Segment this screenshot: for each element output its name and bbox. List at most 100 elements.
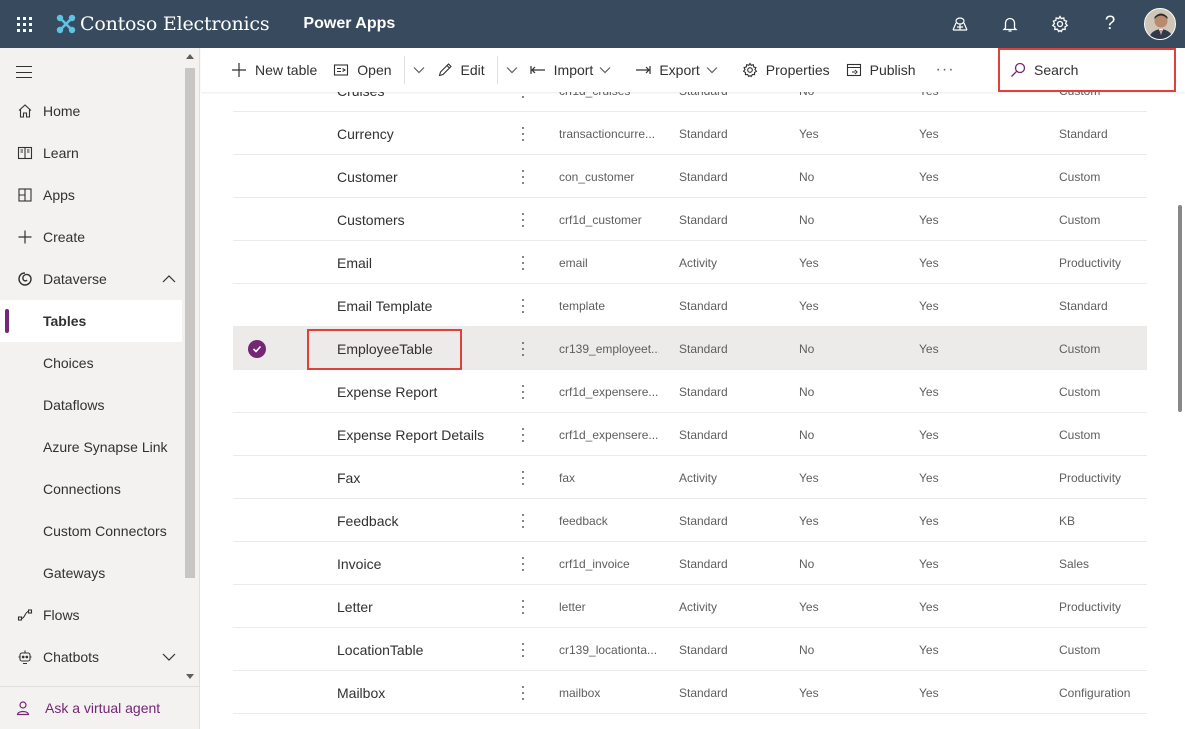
table-name-link[interactable] <box>337 714 507 729</box>
row-select-checkbox[interactable] <box>247 112 267 155</box>
table-row[interactable]: Invoice crf1d_invoice Standard No Yes Sales <box>233 542 1147 585</box>
open-button[interactable]: Open <box>325 48 399 92</box>
table-row[interactable]: Mailbox mailbox Standard Yes Yes Configuratio… <box>233 671 1147 714</box>
nav-item-choices[interactable]: Choices <box>0 342 182 384</box>
row-select-checkbox[interactable] <box>247 585 267 628</box>
row-more-options-button[interactable] <box>513 542 533 585</box>
edit-button[interactable]: Edit <box>429 48 493 92</box>
edit-dropdown-button[interactable] <box>502 48 522 92</box>
table-row[interactable]: Expense Report crf1d_expensere... Standard… <box>233 370 1147 413</box>
table-name-link[interactable]: Email Template <box>337 284 507 327</box>
row-more-options-button[interactable] <box>513 284 533 327</box>
row-more-options-button[interactable] <box>513 413 533 456</box>
row-select-checkbox[interactable] <box>247 628 267 671</box>
row-select-checkbox[interactable] <box>247 714 267 729</box>
nav-item-create[interactable]: Create <box>0 216 182 258</box>
ask-virtual-agent-button[interactable]: Ask a virtual agent <box>0 686 199 729</box>
table-name-link[interactable]: Customer <box>337 155 507 198</box>
gear-icon[interactable] <box>1035 0 1085 48</box>
table-row[interactable]: Letter letter Activity Yes Yes Productivity <box>233 585 1147 628</box>
table-row[interactable]: Fax fax Activity Yes Yes Productivity <box>233 456 1147 499</box>
row-more-options-button[interactable] <box>513 456 533 499</box>
table-row[interactable]: LocationTable cr139_locationta... Standard… <box>233 628 1147 671</box>
environment-icon[interactable] <box>935 0 985 48</box>
row-select-checkbox[interactable] <box>247 413 267 456</box>
table-row[interactable] <box>233 714 1147 729</box>
more-commands-button[interactable]: ··· <box>924 48 967 92</box>
row-select-checkbox[interactable] <box>247 155 267 198</box>
row-select-checkbox[interactable] <box>247 499 267 542</box>
nav-item-dataverse[interactable]: Dataverse <box>0 258 182 300</box>
table-row[interactable]: Customer con_customer Standard No Yes Custom <box>233 155 1147 198</box>
waffle-icon[interactable] <box>0 0 48 48</box>
nav-item-gateways[interactable]: Gateways <box>0 552 182 594</box>
row-select-checkbox[interactable] <box>247 327 267 370</box>
row-select-checkbox[interactable] <box>247 456 267 499</box>
table-name-link[interactable]: Invoice <box>337 542 507 585</box>
table-name-link[interactable]: Expense Report <box>337 370 507 413</box>
open-dropdown-button[interactable] <box>409 48 429 92</box>
nav-item-learn[interactable]: Learn <box>0 132 182 174</box>
nav-item-azure-synapse-link[interactable]: Azure Synapse Link <box>0 426 182 468</box>
nav-item-connections[interactable]: Connections <box>0 468 182 510</box>
main-scrollbar[interactable] <box>1175 92 1185 729</box>
table-row[interactable]: Customers crf1d_customer Standard No Yes Cust… <box>233 198 1147 241</box>
table-name-link[interactable]: Currency <box>337 112 507 155</box>
row-more-options-button[interactable] <box>513 327 533 370</box>
table-name-link[interactable]: Customers <box>337 198 507 241</box>
nav-item-custom-connectors[interactable]: Custom Connectors <box>0 510 182 552</box>
row-more-options-button[interactable] <box>513 585 533 628</box>
row-select-checkbox[interactable] <box>247 542 267 585</box>
table-name-link[interactable]: Mailbox <box>337 671 507 714</box>
help-icon[interactable]: ? <box>1085 0 1135 48</box>
row-more-options-button[interactable] <box>513 628 533 671</box>
scroll-down-arrow-icon[interactable] <box>186 674 194 679</box>
properties-button[interactable]: Properties <box>734 48 838 92</box>
row-select-checkbox[interactable] <box>247 198 267 241</box>
table-name-link[interactable]: Fax <box>337 456 507 499</box>
nav-item-dataflows[interactable]: Dataflows <box>0 384 182 426</box>
row-select-checkbox[interactable] <box>247 284 267 327</box>
nav-item-tables[interactable]: Tables <box>0 300 182 342</box>
export-button[interactable]: Export <box>627 48 733 92</box>
table-row[interactable]: EmployeeTable cr139_employeet... Standard N… <box>233 327 1147 370</box>
scrollbar-thumb[interactable] <box>1178 205 1182 412</box>
hamburger-menu-icon[interactable] <box>16 66 32 78</box>
row-select-checkbox[interactable] <box>247 671 267 714</box>
import-button[interactable]: Import <box>522 48 628 92</box>
row-more-options-button[interactable] <box>513 370 533 413</box>
scroll-up-arrow-icon[interactable] <box>186 54 194 59</box>
table-name-link[interactable]: Letter <box>337 585 507 628</box>
search-box[interactable]: Search <box>998 48 1176 92</box>
chevron-up-icon[interactable] <box>162 272 176 286</box>
table-row[interactable]: Email email Activity Yes Yes Productivity <box>233 241 1147 284</box>
sidebar-scrollbar[interactable] <box>184 50 196 682</box>
row-more-options-button[interactable] <box>513 499 533 542</box>
row-more-options-button[interactable] <box>513 241 533 284</box>
publish-button[interactable]: Publish <box>838 48 924 92</box>
bell-icon[interactable] <box>985 0 1035 48</box>
scrollbar-thumb[interactable] <box>185 68 195 578</box>
row-more-options-button[interactable] <box>513 155 533 198</box>
new-table-button[interactable]: New table <box>201 48 325 92</box>
table-name-link[interactable]: EmployeeTable <box>337 327 507 370</box>
nav-item-apps[interactable]: Apps <box>0 174 182 216</box>
table-row[interactable]: Email Template template Standard Yes Yes Stan… <box>233 284 1147 327</box>
table-name-link[interactable]: LocationTable <box>337 628 507 671</box>
table-row[interactable]: Expense Report Details crf1d_expensere...… <box>233 413 1147 456</box>
table-name-link[interactable]: Email <box>337 241 507 284</box>
table-name-link[interactable]: Feedback <box>337 499 507 542</box>
app-name[interactable]: Power Apps <box>303 15 395 33</box>
chevron-down-icon[interactable] <box>162 650 176 664</box>
nav-item-home[interactable]: Home <box>0 90 182 132</box>
table-name-link[interactable]: Expense Report Details <box>337 413 507 456</box>
nav-item-chatbots[interactable]: Chatbots <box>0 636 182 678</box>
table-row[interactable]: Feedback feedback Standard Yes Yes KB <box>233 499 1147 542</box>
row-more-options-button[interactable] <box>513 198 533 241</box>
row-more-options-button[interactable] <box>513 671 533 714</box>
row-select-checkbox[interactable] <box>247 370 267 413</box>
nav-item-flows[interactable]: Flows <box>0 594 182 636</box>
row-more-options-button[interactable] <box>513 112 533 155</box>
row-select-checkbox[interactable] <box>247 241 267 284</box>
avatar[interactable] <box>1144 8 1176 40</box>
